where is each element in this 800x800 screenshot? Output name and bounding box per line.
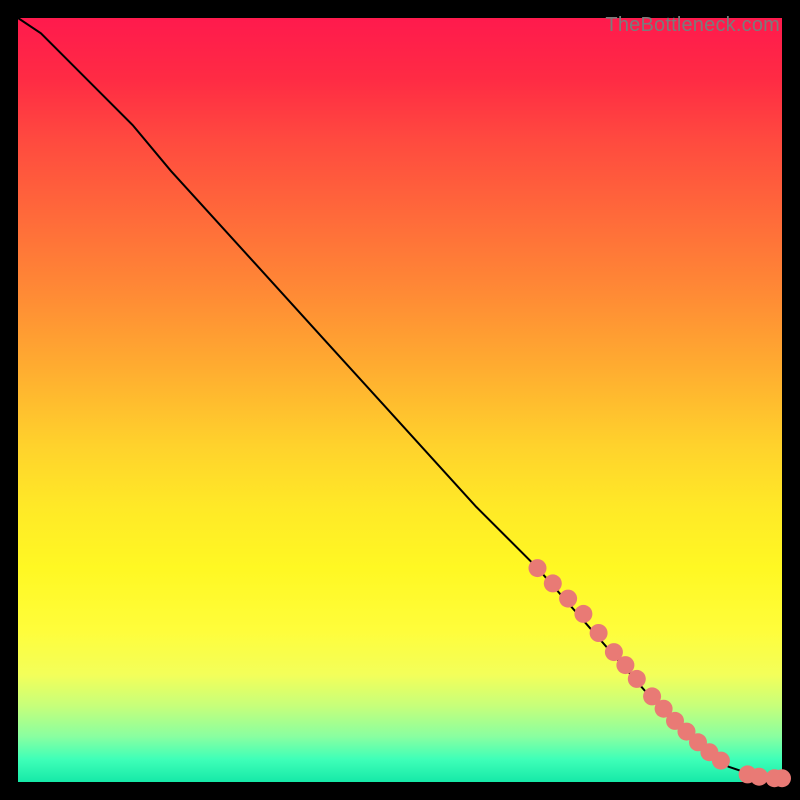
data-point	[628, 670, 646, 688]
marker-layer	[529, 559, 792, 787]
curve-layer	[18, 18, 782, 778]
data-point	[773, 769, 791, 787]
data-point	[750, 768, 768, 786]
data-point	[574, 605, 592, 623]
data-point	[616, 656, 634, 674]
data-point	[544, 574, 562, 592]
data-point	[590, 624, 608, 642]
data-point	[559, 590, 577, 608]
bottleneck-curve	[18, 18, 782, 778]
chart-svg	[18, 18, 782, 782]
data-point	[529, 559, 547, 577]
data-point	[712, 752, 730, 770]
plot-frame: TheBottleneck.com	[18, 18, 782, 782]
